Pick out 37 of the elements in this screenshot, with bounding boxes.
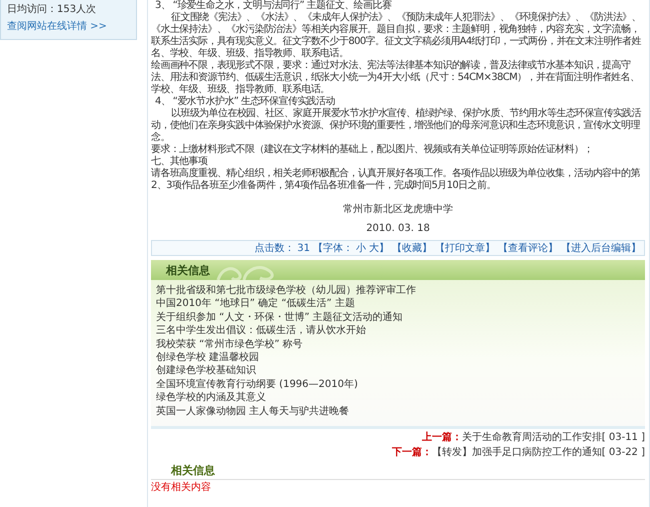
related-article-link[interactable]: 三名中学生发出倡议：低碳生活，请从饮水开始 bbox=[156, 324, 640, 338]
related-article-link[interactable]: 关于组织参加 “人文・环保・世博” 主题征文活动的通知 bbox=[156, 310, 640, 324]
paragraph: 绘画画种不限，表现形式不限，要求：通过对水法、宪法等法律基本知识的解读，普及法律或节水基本知识，提高守法、用法和资源节约、低碳生活意识，纸张大小统一为4开大小纸（尺寸：54CM×38CM），并在背面注明作者姓名、学校、年级、班级、指导教师、联系电话。 bbox=[151, 60, 640, 96]
nav-label: 下一篇： bbox=[392, 446, 432, 460]
date: 2010. 03. 18 bbox=[365, 223, 431, 234]
related-article-link[interactable]: 我校荣获 “常州市绿色学校” 称号 bbox=[156, 338, 640, 352]
paragraph: 请各班高度重视、精心组织，相关老师积极配合，认真开展好各项工作。各项作品以班级为单位收集，活动内容中的第2、3项作品各班至少准备两件，第4项作品各班准备一件，完成时间5月10日之前。 bbox=[151, 168, 641, 192]
site-details-link[interactable]: 查阅网站在线详情 >> bbox=[7, 19, 130, 33]
related-article-link[interactable]: 中国2010年 “地球日” 确定 “低碳生活” 主题 bbox=[156, 297, 640, 311]
related-article-link[interactable]: 第十批省级和第七批市级绿色学校（幼儿园）推荐评审工作 bbox=[156, 284, 640, 298]
related-article-link[interactable]: 创建绿色学校基础知识 bbox=[156, 364, 640, 378]
font-small-link[interactable]: 小 bbox=[356, 241, 366, 255]
signature: 常州市新北区龙虎塘中学 bbox=[342, 202, 454, 216]
toolbar-link[interactable]: 【进入后台编辑】 bbox=[561, 241, 641, 255]
related-article-link[interactable]: 全国环境宣传教育行动纲要 (1996—2010年) bbox=[156, 378, 640, 392]
paragraph: 以班级为单位在校园、社区、家庭开展爱水节水护水宣传、植绿护绿、保护水质、节约用水等生态环保宣传实践活动，使他们在亲身实践中体验保护水资源、保护环境的重要性，增强他们的母亲河意识和生态环境意识，宣传水文明理念。 bbox=[151, 108, 642, 144]
font-large-link[interactable]: 大】 bbox=[369, 241, 389, 255]
paragraph: 征文围绕《宪法》、《水法》、《未成年人保护法》、《预防未成年人犯罪法》、《环境保护法》、《防洪法》、《水土保持法》、《水污染防治法》等相关内容展开。题目自拟，要求：主题鲜明，视角独特，内容充实，文字流畅，联系生活实际，具有现实意义。征文字数不少于800字。征文文字稿必须用A4纸打印，一式两份，并在文末注明作者姓名、学校、年级、班级、指导教师、联系电话。 bbox=[151, 12, 642, 60]
paragraph: 七、其他事项 bbox=[151, 156, 208, 168]
related-title: 相关信息 bbox=[166, 262, 210, 278]
toolbar-link[interactable]: 【查看评论】 bbox=[498, 241, 558, 255]
section-heading: 4、 “爱水节水护水” 生态环保宣传实践活动 bbox=[154, 96, 336, 108]
hits-count: 31 bbox=[297, 242, 310, 254]
hits-label: 点击数： bbox=[254, 242, 294, 255]
toolbar-link[interactable]: 【收藏】 bbox=[392, 241, 432, 255]
related-title: 相关信息 bbox=[171, 464, 215, 478]
related-article-link[interactable]: 绿色学校的内涵及其意义 bbox=[156, 391, 640, 405]
nav-article-link[interactable]: 【转发】加强手足口病防控工作的通知[ 03-22 ] bbox=[432, 445, 645, 460]
visit-stat: 日均访问：153人次 bbox=[7, 2, 98, 16]
paragraph: 要求：上缴材料形式不限（建议在文字材料的基础上，配以图片、视频或有关单位证明等原始佐证材料）； bbox=[151, 144, 594, 156]
related-article-link[interactable]: 创绿色学校 建温馨校园 bbox=[156, 351, 640, 364]
font-label: 【字体： bbox=[313, 242, 353, 255]
empty-message: 没有相关内容 bbox=[151, 480, 212, 494]
related-article-link[interactable]: 英国一人家像动物园 主人每天与驴共进晚餐 bbox=[156, 404, 640, 418]
toolbar-link[interactable]: 【打印文章】 bbox=[435, 241, 495, 255]
nav-label: 上一篇： bbox=[422, 430, 462, 444]
nav-article-link[interactable]: 关于生命教育周活动的工作安排[ 03-11 ] bbox=[462, 430, 645, 444]
